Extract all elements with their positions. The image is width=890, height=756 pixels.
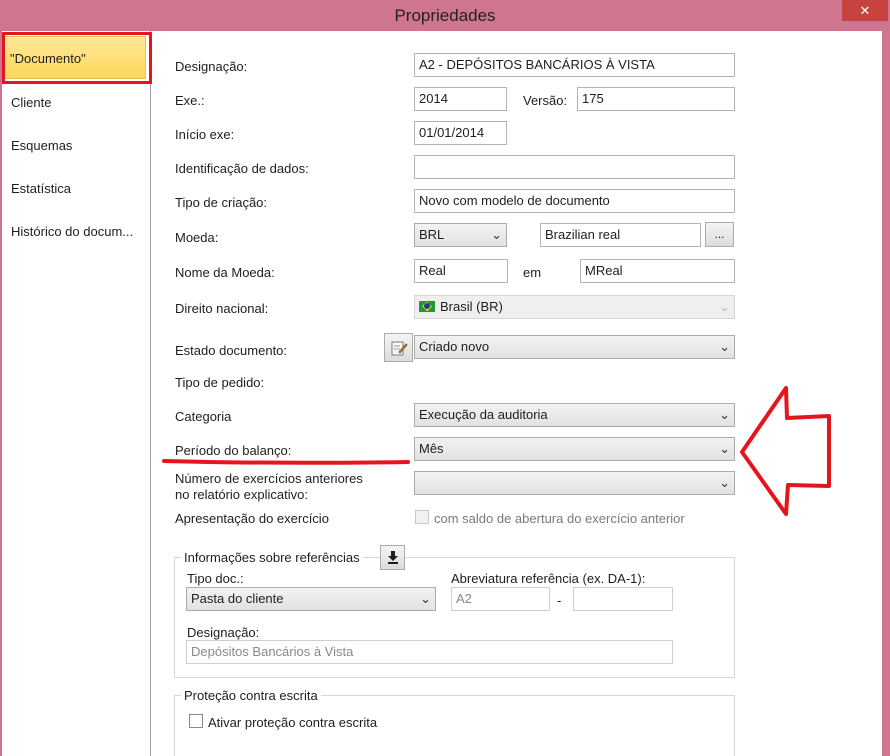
annotation-arrow xyxy=(740,386,831,516)
annotation-layer xyxy=(162,386,831,516)
annotation-underline xyxy=(162,459,410,465)
